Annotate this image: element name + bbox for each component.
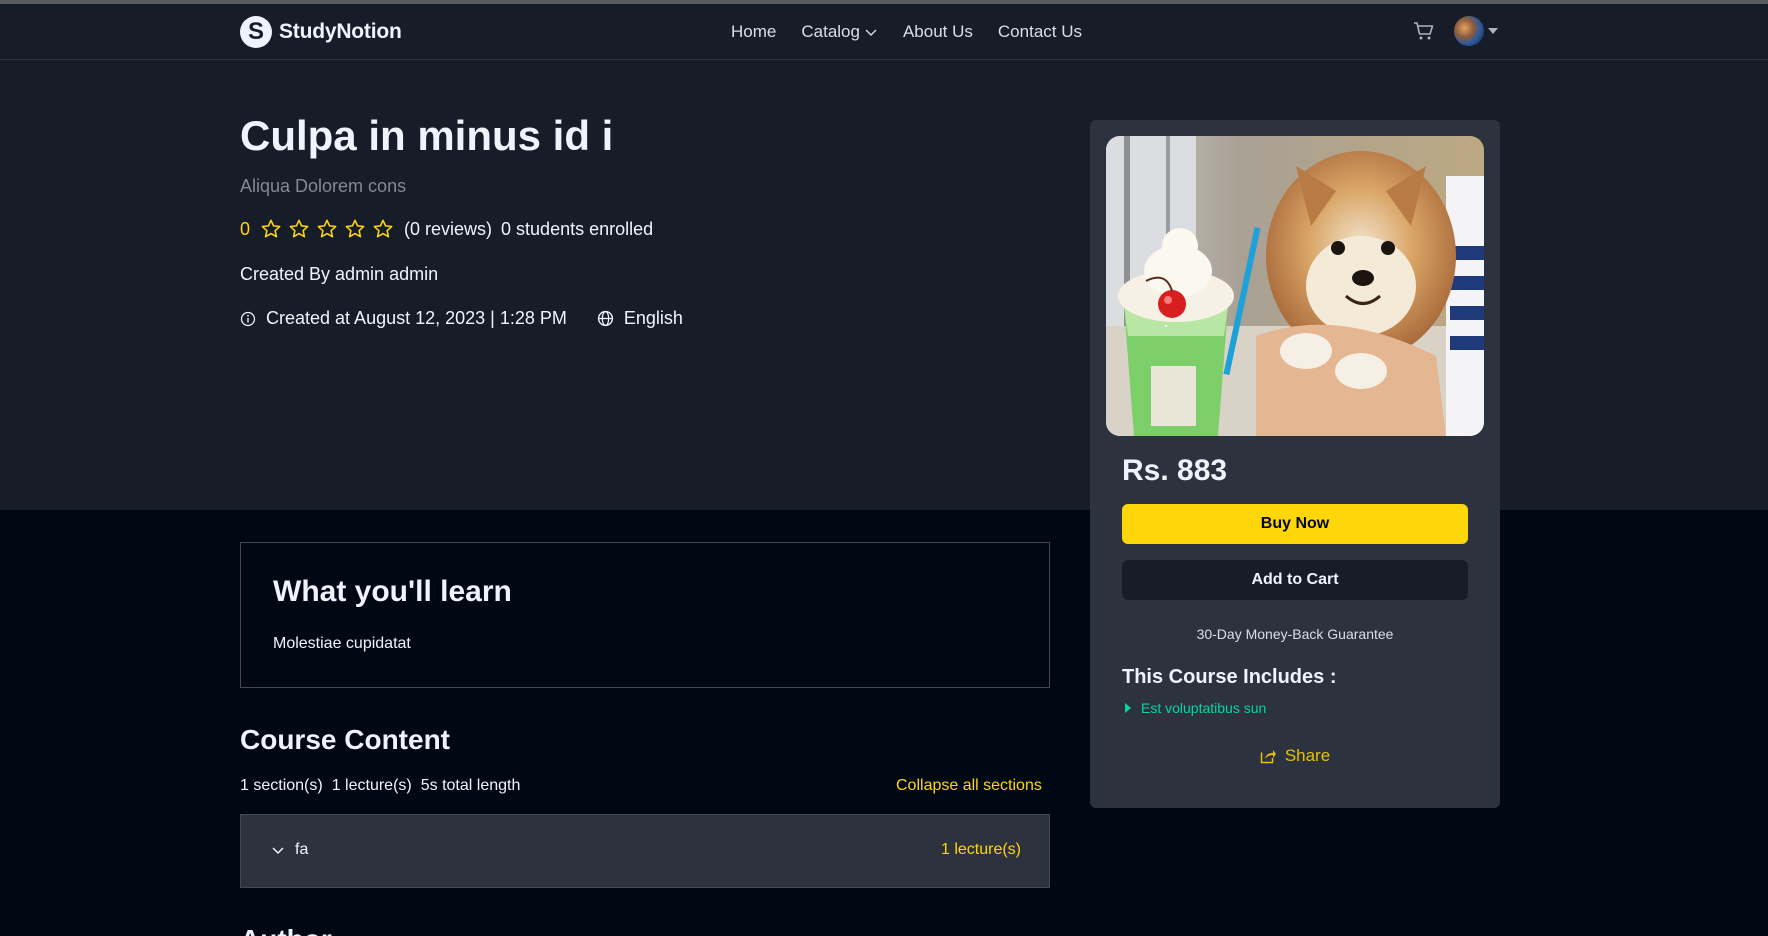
star-icon — [345, 219, 365, 238]
course-price: Rs. 883 — [1122, 454, 1228, 487]
caret-down-icon — [1488, 28, 1498, 34]
share-label: Share — [1284, 746, 1331, 765]
share-button[interactable]: Share — [1090, 746, 1500, 766]
nav-links: Home Catalog About Us Contact Us — [731, 22, 1082, 42]
lectures-count: 1 lecture(s) — [331, 777, 412, 794]
star-icon — [289, 219, 309, 238]
course-purchase-card: Rs. 883 Buy Now Add to Cart 30-Day Money… — [1090, 120, 1500, 808]
nav-link-catalog[interactable]: Catalog — [801, 22, 878, 42]
star-icon — [261, 219, 281, 238]
includes-item-label: Est voluptatibus sun — [1141, 700, 1267, 716]
section-name: fa — [295, 841, 309, 858]
includes-title: This Course Includes : — [1122, 666, 1337, 688]
navbar: S StudyNotion Home Catalog About Us Cont… — [0, 4, 1768, 60]
total-length: 5s total length — [420, 777, 521, 794]
created-by: Created By admin admin — [240, 264, 439, 284]
nav-link-about[interactable]: About Us — [903, 22, 973, 42]
chevron-down-icon — [272, 847, 284, 855]
logo-icon: S — [240, 16, 272, 48]
created-at: Created at August 12, 2023 | 1:28 PM — [266, 308, 567, 328]
nav-actions — [1412, 16, 1498, 46]
money-back-guarantee: 30-Day Money-Back Guarantee — [1196, 626, 1394, 642]
caret-right-icon — [1125, 703, 1131, 713]
rating-row: 0 (0 reviews) 0 students enrolled — [240, 218, 653, 240]
profile-dropdown[interactable] — [1454, 16, 1498, 46]
buy-now-button[interactable]: Buy Now — [1122, 504, 1468, 544]
rating-stars — [260, 218, 394, 240]
course-section[interactable]: fa 1 lecture(s) — [240, 814, 1050, 888]
course-thumbnail — [1106, 136, 1484, 436]
learn-title: What you'll learn — [273, 575, 512, 608]
section-header: fa — [271, 841, 308, 859]
cart-icon[interactable] — [1412, 19, 1436, 43]
nav-link-catalog-label: Catalog — [801, 22, 860, 41]
course-content-stats: 1 section(s) 1 lecture(s) 5s total lengt… — [240, 777, 520, 795]
reviews-count: (0 reviews) — [404, 218, 493, 239]
info-icon — [240, 311, 256, 326]
author-title: Author — [240, 924, 332, 936]
course-content-title: Course Content — [240, 724, 450, 755]
star-icon — [373, 219, 393, 238]
nav-link-contact[interactable]: Contact Us — [998, 22, 1082, 42]
collapse-all-sections-link[interactable]: Collapse all sections — [896, 777, 1042, 795]
add-to-cart-button[interactable]: Add to Cart — [1122, 560, 1468, 600]
star-icon — [317, 219, 337, 238]
rating-value: 0 — [240, 218, 251, 239]
nav-link-home[interactable]: Home — [731, 22, 776, 42]
avatar — [1454, 16, 1484, 46]
course-title: Culpa in minus id i — [240, 112, 614, 159]
logo-text: StudyNotion — [279, 20, 402, 43]
course-language: English — [623, 308, 683, 328]
includes-item: Est voluptatibus sun — [1124, 700, 1266, 716]
logo[interactable]: S StudyNotion — [240, 16, 402, 48]
chevron-down-icon — [865, 29, 877, 36]
globe-icon — [597, 310, 613, 327]
course-subtitle: Aliqua Dolorem cons — [240, 176, 407, 196]
share-icon — [1260, 750, 1276, 764]
sections-count: 1 section(s) — [240, 777, 323, 794]
section-lecture-count: 1 lecture(s) — [940, 841, 1021, 858]
learn-text: Molestiae cupidatat — [273, 635, 411, 652]
course-meta: Created at August 12, 2023 | 1:28 PM Eng… — [240, 308, 683, 329]
what-youll-learn: What you'll learn Molestiae cupidatat — [240, 542, 1050, 688]
students-enrolled: 0 students enrolled — [501, 218, 654, 239]
